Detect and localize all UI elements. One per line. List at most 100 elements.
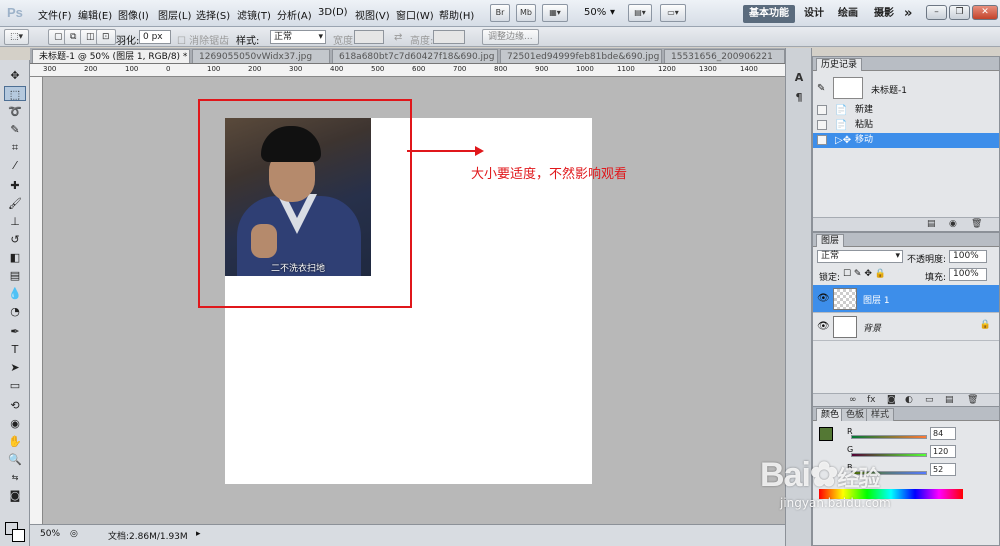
tab-styles[interactable]: 样式 [866, 408, 895, 421]
menu-edit[interactable]: 编辑(E) [78, 7, 112, 22]
pen-tool-icon[interactable]: ✒ [4, 324, 26, 339]
visibility-eye-icon[interactable]: 👁 [817, 293, 830, 304]
workspace-painting[interactable]: 绘画 [832, 5, 864, 23]
layer-style-icon[interactable]: fx [867, 395, 876, 405]
clone-stamp-tool-icon[interactable]: ⊥ [4, 214, 26, 229]
width-input[interactable] [354, 30, 384, 44]
swap-colors-icon[interactable]: ⇆ [4, 470, 26, 485]
quick-select-tool-icon[interactable]: ✎ [4, 122, 26, 137]
antialias-checkbox[interactable]: ☐ 消除锯齿 [177, 32, 229, 47]
blend-mode-select[interactable]: 正常 ▾ [817, 250, 903, 263]
status-zoom[interactable]: 50% [40, 529, 60, 539]
add-mask-icon[interactable]: ◙ [887, 395, 896, 405]
visibility-eye-icon[interactable]: 👁 [817, 321, 830, 332]
opacity-input[interactable]: 100% [949, 250, 987, 263]
zoom-tool-icon[interactable]: 🔍 [4, 452, 26, 467]
history-checkbox[interactable] [817, 105, 827, 115]
tab-swatches[interactable]: 色板 [841, 408, 870, 421]
tab-image-3[interactable]: 72501ed94999feb81bde&690.jpg [500, 49, 662, 63]
menu-file[interactable]: 文件(F) [38, 7, 72, 22]
3d-rotate-tool-icon[interactable]: ⟲ [4, 398, 26, 413]
brush-tool-icon[interactable]: 🖌 [4, 196, 26, 211]
history-brush-source-icon[interactable]: ✎ [817, 83, 825, 94]
menu-select[interactable]: 选择(S) [196, 7, 230, 22]
style-select[interactable]: 正常 ▾ [270, 30, 326, 44]
fill-input[interactable]: 100% [949, 268, 987, 281]
type-tool-icon[interactable]: T [4, 342, 26, 357]
channel-r-slider[interactable] [851, 435, 927, 439]
shape-tool-icon[interactable]: ▭ [4, 378, 26, 393]
new-layer-icon[interactable]: ▤ [945, 395, 954, 405]
menu-filter[interactable]: 滤镜(T) [237, 7, 271, 22]
paragraph-panel-icon[interactable]: ¶ [791, 90, 807, 106]
eraser-tool-icon[interactable]: ◧ [4, 250, 26, 265]
arrange-documents-button[interactable]: ▤▾ [628, 4, 652, 22]
layer-row-background[interactable]: 👁 背景 🔒 [813, 313, 999, 341]
character-panel-icon[interactable]: A [791, 70, 807, 86]
channel-g-input[interactable]: 120 [930, 445, 956, 458]
history-step-new[interactable]: 📄 新建 [813, 103, 999, 118]
status-menu-arrow-icon[interactable]: ▸ [196, 529, 201, 539]
menu-view[interactable]: 视图(V) [355, 7, 390, 22]
crop-tool-icon[interactable]: ⌗ [4, 140, 26, 155]
launch-minibridge-button[interactable]: Mb [516, 4, 536, 22]
workspace-photography[interactable]: 摄影 [868, 5, 900, 23]
trash-icon[interactable]: 🗑 [967, 395, 978, 405]
blur-tool-icon[interactable]: 💧 [4, 286, 26, 301]
3d-orbit-tool-icon[interactable]: ◉ [4, 416, 26, 431]
tab-image-1[interactable]: 1269055050vWidx37.jpg [192, 49, 330, 63]
menu-layer[interactable]: 图层(L) [158, 7, 191, 22]
eyedropper-tool-icon[interactable]: ⁄ [4, 158, 26, 173]
restore-button[interactable]: ❐ [949, 5, 970, 20]
tab-untitled-1[interactable]: 未标题-1 @ 50% (图层 1, RGB/8) * ✕ [32, 49, 190, 63]
intersect-selection-button[interactable]: ⊡ [96, 29, 116, 45]
gradient-tool-icon[interactable]: ▤ [4, 268, 26, 283]
workspace-design[interactable]: 设计 [798, 5, 830, 23]
refine-edge-button[interactable]: 调整边缘... [482, 29, 539, 45]
snapshot-thumbnail[interactable] [833, 77, 863, 99]
canvas-area[interactable]: 二不洗衣扫地 大小要适度，不然影响观看 [43, 77, 785, 524]
lock-icons[interactable]: ☐ ✎ ✥ 🔒 [843, 269, 886, 279]
channel-b-input[interactable]: 52 [930, 463, 956, 476]
tab-layers[interactable]: 图层 [816, 234, 845, 247]
menu-3d[interactable]: 3D(D) [318, 7, 348, 18]
new-group-icon[interactable]: ▭ [925, 395, 934, 405]
trash-icon[interactable]: 🗑 [971, 219, 982, 229]
move-tool-icon[interactable]: ✥ [4, 68, 26, 83]
menu-image[interactable]: 图像(I) [118, 7, 149, 22]
history-checkbox[interactable] [817, 135, 827, 145]
history-brush-tool-icon[interactable]: ↺ [4, 232, 26, 247]
menu-analysis[interactable]: 分析(A) [277, 7, 312, 22]
swap-icon[interactable]: ⇄ [394, 32, 402, 43]
lasso-tool-icon[interactable]: ➰ [4, 104, 26, 119]
new-snapshot-icon[interactable]: ◉ [949, 219, 957, 229]
minimize-button[interactable]: – [926, 5, 947, 20]
tab-history[interactable]: 历史记录 [816, 58, 863, 71]
tool-preset-picker[interactable]: ⬚▾ [4, 29, 30, 45]
hand-tool-icon[interactable]: ✋ [4, 434, 26, 449]
feather-input[interactable]: 0 px [139, 30, 171, 44]
launch-bridge-button[interactable]: Br [490, 4, 510, 22]
more-workspaces-button[interactable]: » [898, 5, 918, 23]
marquee-tool-icon[interactable]: ⬚ [4, 86, 26, 101]
menu-help[interactable]: 帮助(H) [439, 7, 474, 22]
view-extras-button[interactable]: ▦▾ [542, 4, 568, 22]
history-step-move[interactable]: ▷✥ 移动 [813, 133, 999, 148]
dodge-tool-icon[interactable]: ◔ [4, 304, 26, 319]
close-button[interactable]: ✕ [972, 5, 998, 20]
tab-color[interactable]: 颜色 [816, 408, 845, 421]
quick-mask-icon[interactable]: ◙ [4, 488, 26, 503]
link-layers-icon[interactable]: ∞ [849, 395, 857, 405]
channel-r-input[interactable]: 84 [930, 427, 956, 440]
workspace-essentials[interactable]: 基本功能 [743, 5, 795, 23]
status-info-icon[interactable]: ◎ [70, 529, 78, 539]
snapshot-label[interactable]: 未标题-1 [871, 83, 907, 96]
zoom-dropdown-icon[interactable]: ▾ [610, 7, 615, 18]
layer-row-layer-1[interactable]: 👁 图层 1 [813, 285, 999, 313]
path-select-tool-icon[interactable]: ➤ [4, 360, 26, 375]
healing-brush-tool-icon[interactable]: ✚ [4, 178, 26, 193]
color-foreground-swatch[interactable] [819, 427, 833, 441]
history-step-paste[interactable]: 📄 粘贴 [813, 118, 999, 133]
height-input[interactable] [433, 30, 465, 44]
history-checkbox[interactable] [817, 120, 827, 130]
